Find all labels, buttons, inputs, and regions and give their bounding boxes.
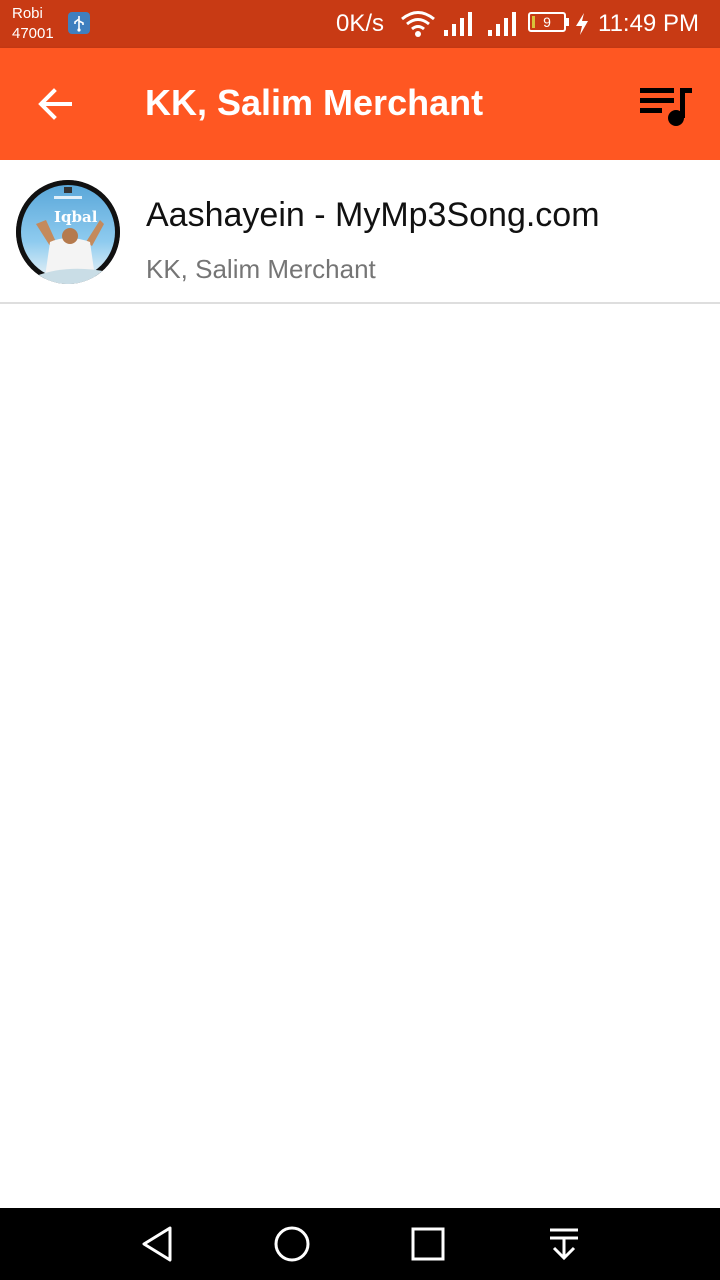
- signal-icon: [444, 12, 472, 36]
- carrier-info: Robi 47001: [12, 4, 54, 44]
- nav-back-button[interactable]: [138, 1224, 178, 1269]
- carrier-code: 47001: [12, 25, 54, 42]
- nav-recents-button[interactable]: [408, 1224, 448, 1269]
- battery-level: 9: [543, 14, 551, 30]
- navigation-bar: [0, 1208, 720, 1280]
- battery-tip: [566, 18, 569, 26]
- back-button[interactable]: [28, 76, 84, 132]
- nav-home-button[interactable]: [272, 1224, 312, 1269]
- album-art: Iqbal: [16, 180, 120, 284]
- battery-icon: 9: [528, 12, 570, 34]
- clock: 11:49 PM: [598, 10, 699, 37]
- nav-back-icon: [142, 1226, 172, 1262]
- song-list-item[interactable]: Iqbal Aashayein - MyMp3Song.com KK, Sali…: [0, 160, 720, 304]
- page-title: KK, Salim Merchant: [145, 82, 484, 123]
- queue-music-icon: [640, 88, 692, 126]
- usb-icon: [68, 12, 90, 34]
- nav-recents-icon: [411, 1227, 445, 1261]
- app-bar: KK, Salim Merchant: [0, 48, 720, 160]
- song-title: Aashayein - MyMp3Song.com: [146, 196, 600, 234]
- carrier-name: Robi: [12, 5, 43, 22]
- charging-icon: [576, 13, 588, 35]
- album-art-text: Iqbal: [54, 208, 98, 226]
- song-artist: KK, Salim Merchant: [146, 254, 376, 284]
- arrow-back-icon: [38, 88, 72, 120]
- queue-button[interactable]: [636, 82, 696, 130]
- network-speed: 0K/s: [336, 10, 385, 37]
- nav-notifications-button[interactable]: [544, 1224, 584, 1269]
- nav-notifications-icon: [550, 1228, 578, 1261]
- nav-home-icon: [274, 1226, 310, 1262]
- status-bar: Robi 47001 0K/s 9 11:49 PM: [0, 0, 720, 48]
- wifi-icon: [401, 11, 435, 37]
- signal-icon: [488, 12, 516, 36]
